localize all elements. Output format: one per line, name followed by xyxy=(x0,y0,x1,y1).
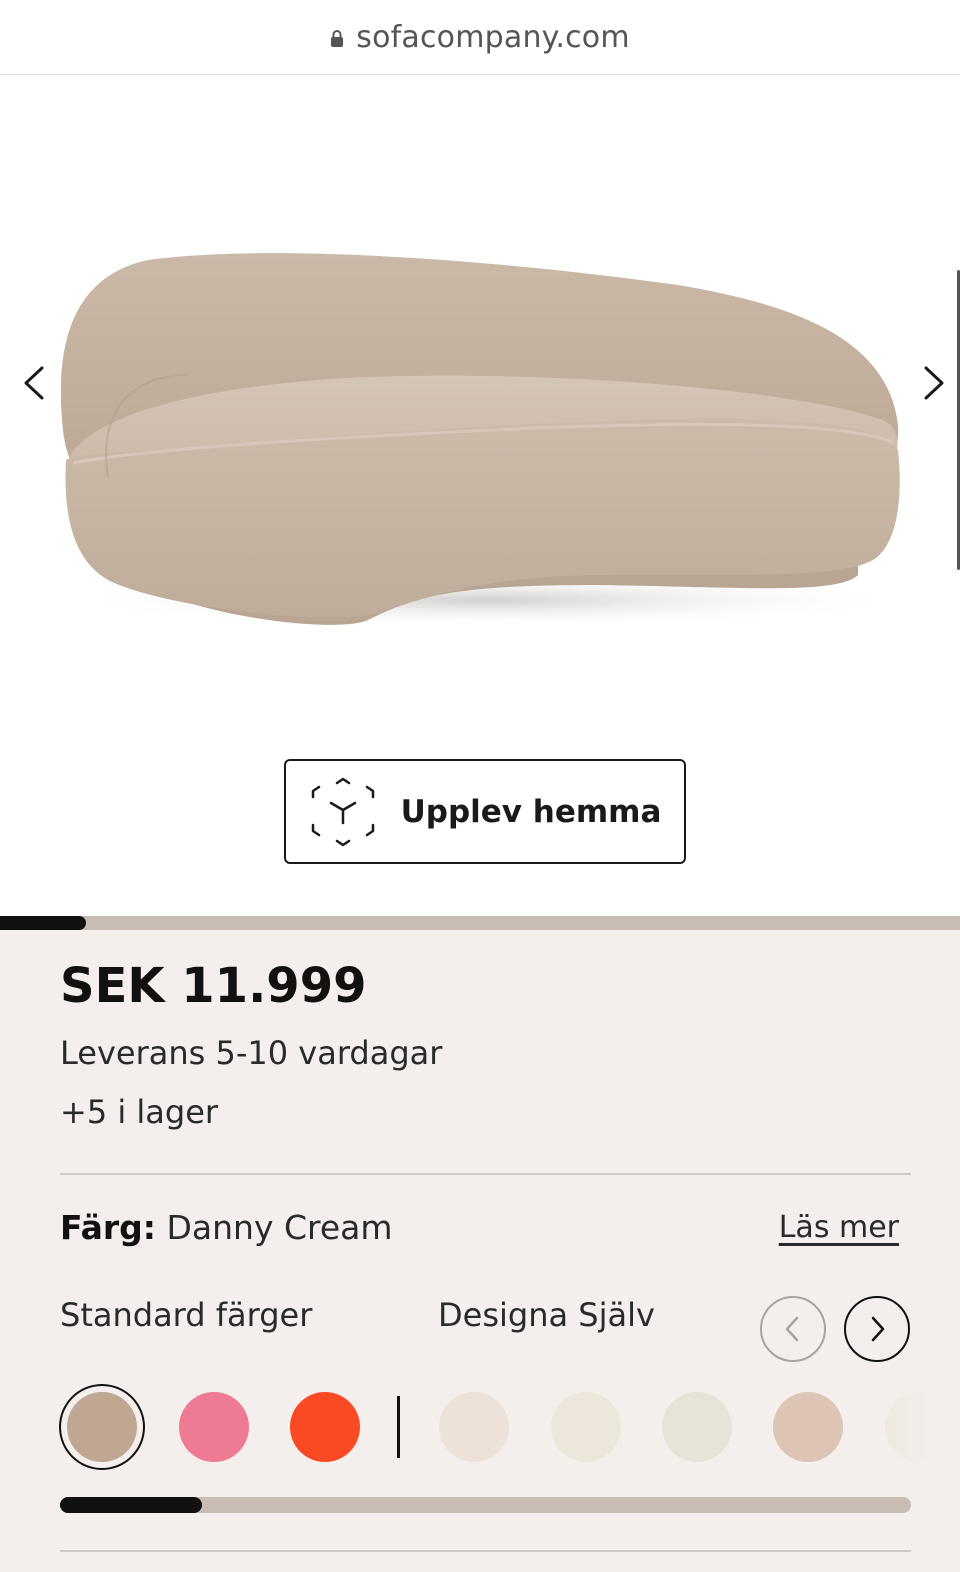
swatches-prev-button[interactable] xyxy=(760,1296,826,1362)
swatch-scroll-fill xyxy=(60,1497,203,1513)
lock-icon xyxy=(331,30,344,47)
gallery-progress-fill xyxy=(0,916,87,930)
color-swatch[interactable] xyxy=(773,1392,843,1462)
product-gallery[interactable] xyxy=(0,75,960,725)
url-domain: sofacompany.com xyxy=(356,19,630,55)
delivery-time: Leverans 5-10 vardagar xyxy=(60,1034,443,1072)
stock-status: +5 i lager xyxy=(60,1093,219,1131)
read-more-link[interactable]: Läs mer xyxy=(779,1210,899,1245)
tab-design-yourself[interactable]: Designa Själv xyxy=(438,1296,655,1334)
divider xyxy=(60,1550,911,1552)
swatch-fade xyxy=(880,1385,960,1470)
color-swatch[interactable] xyxy=(662,1392,732,1462)
view-in-home-label: Upplev hemma xyxy=(400,793,662,830)
color-swatch[interactable] xyxy=(290,1392,360,1462)
swatch-scroll-bar[interactable] xyxy=(60,1497,911,1513)
gallery-progress-bar xyxy=(0,916,960,930)
chevron-left-icon xyxy=(785,1316,799,1342)
chevron-right-icon[interactable] xyxy=(920,365,948,401)
color-swatch[interactable] xyxy=(551,1392,621,1462)
ar-cube-icon xyxy=(311,777,374,846)
chevron-right-icon xyxy=(871,1316,885,1342)
swatch-separator xyxy=(397,1396,400,1458)
color-value: Danny Cream xyxy=(166,1208,393,1247)
divider xyxy=(60,1173,911,1175)
color-swatch[interactable] xyxy=(67,1392,137,1462)
color-swatch[interactable] xyxy=(439,1392,509,1462)
color-swatch[interactable] xyxy=(179,1392,249,1462)
color-selection-label: Färg: Danny Cream xyxy=(60,1208,393,1247)
color-label: Färg: xyxy=(60,1208,156,1247)
url-bar[interactable]: sofacompany.com xyxy=(0,0,960,75)
product-price: SEK 11.999 xyxy=(60,958,367,1014)
product-info-panel: SEK 11.999 Leverans 5-10 vardagar +5 i l… xyxy=(0,930,960,1572)
tab-standard-colors[interactable]: Standard färger xyxy=(60,1296,312,1334)
swatches-next-button[interactable] xyxy=(844,1296,910,1362)
chevron-left-icon[interactable] xyxy=(20,365,48,401)
product-image xyxy=(58,253,918,628)
view-in-home-button[interactable]: Upplev hemma xyxy=(284,759,686,864)
